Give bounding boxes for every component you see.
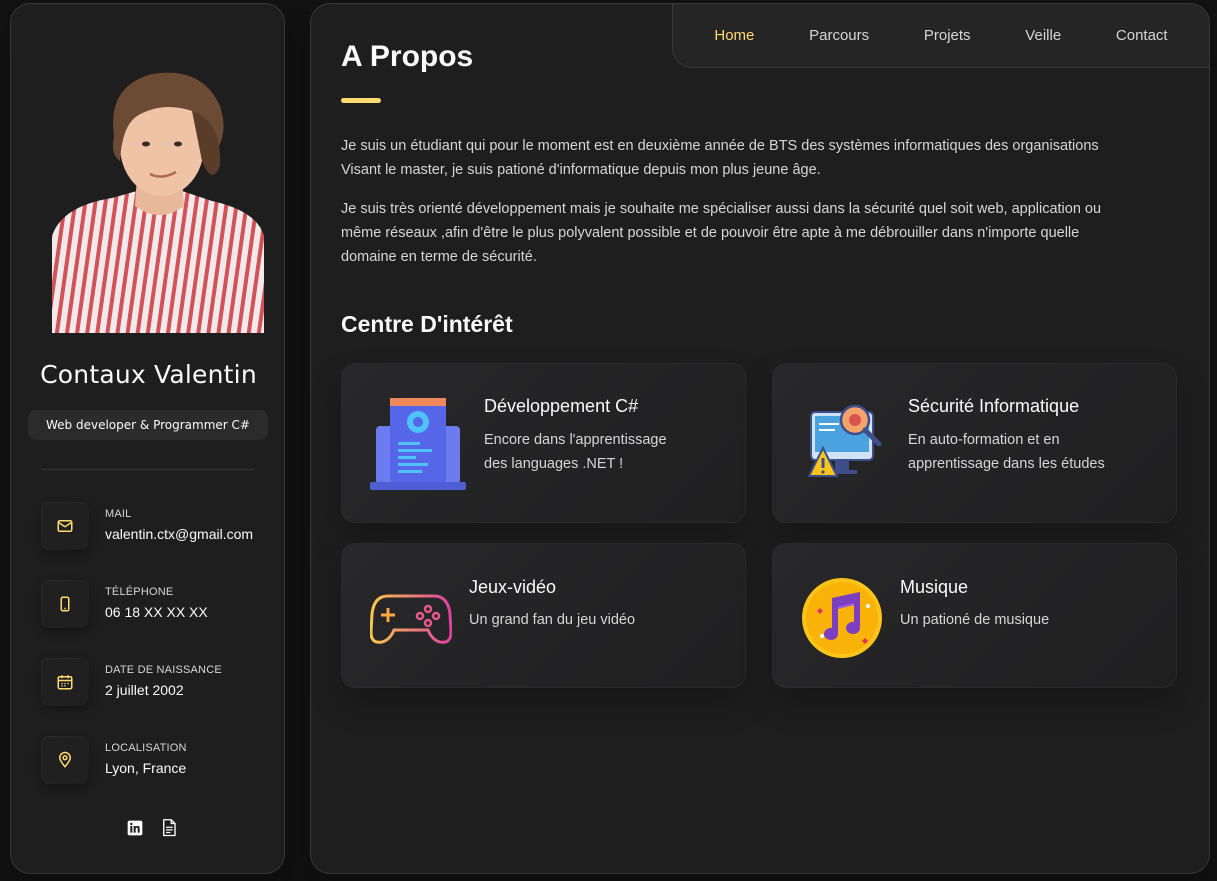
about-paragraph-1: Je suis un étudiant qui pour le moment e… — [341, 138, 1099, 178]
main-content: Home Parcours Projets Veille Contact A P… — [310, 3, 1210, 874]
interest-card-title: Développement C# — [484, 396, 639, 416]
title-underline — [341, 98, 381, 103]
contact-birthday: Date de naissance 2 juillet 2002 — [41, 658, 271, 706]
contact-value-mail[interactable]: valentin.ctx@gmail.com — [105, 526, 255, 542]
nav-contact[interactable]: Contact — [1116, 27, 1168, 44]
mail-icon — [41, 502, 89, 550]
profile-name: Contaux Valentin — [40, 360, 257, 389]
interest-card-text-line-1: Un pationé de musique — [900, 612, 1050, 628]
document-icon[interactable] — [160, 819, 178, 837]
interest-card-text-line-1: En auto-formation et en — [908, 432, 1060, 448]
contact-label: Téléphone — [105, 586, 174, 598]
social-links — [126, 819, 178, 837]
interest-card-games: Jeux-vidéo Un grand fan du jeu vidéo — [341, 543, 746, 688]
interest-card-csharp: Développement C# Encore dans l'apprentis… — [341, 363, 746, 523]
music-note-icon — [802, 578, 882, 662]
avatar — [52, 66, 264, 333]
interest-card-music: Musique Un pationé de musique — [772, 543, 1177, 688]
contact-label: Localisation — [105, 742, 187, 754]
gamepad-icon — [369, 592, 453, 650]
page-title: A Propos — [341, 40, 474, 73]
interest-card-text-line-2: des languages .NET ! — [484, 456, 624, 472]
contact-value-birthday: 2 juillet 2002 — [105, 682, 184, 698]
interest-card-title: Sécurité Informatique — [908, 396, 1080, 416]
contact-mail: Mail valentin.ctx@gmail.com — [41, 502, 271, 550]
interest-card-title: Jeux-vidéo — [469, 577, 557, 597]
contact-value-location: Lyon, France — [105, 760, 187, 776]
interest-card-text-line-2: apprentissage dans les études — [908, 456, 1105, 472]
navbar: Home Parcours Projets Veille Contact — [672, 4, 1209, 68]
sidebar: Contaux Valentin Web developer & Program… — [10, 3, 285, 874]
profile-title-badge: Web developer & Programmer C# — [28, 410, 268, 440]
contact-label: Mail — [105, 508, 132, 520]
nav-veille[interactable]: Veille — [1025, 27, 1061, 44]
interest-card-security: Sécurité Informatique En auto-formation … — [772, 363, 1177, 523]
security-bug-icon — [805, 398, 887, 486]
sidebar-separator — [41, 469, 254, 470]
nav-parcours[interactable]: Parcours — [809, 27, 869, 44]
contact-value-phone[interactable]: 06 18 XX XX XX — [105, 604, 255, 620]
interest-card-text-line-1: Un grand fan du jeu vidéo — [469, 612, 636, 628]
about-paragraph-2: Je suis très orienté développement mais … — [341, 201, 1102, 265]
nav-home[interactable]: Home — [714, 27, 754, 44]
contact-label: Date de naissance — [105, 664, 222, 676]
linkedin-icon[interactable] — [126, 819, 144, 837]
contact-phone: Téléphone 06 18 XX XX XX — [41, 580, 271, 628]
phone-icon — [41, 580, 89, 628]
interest-card-title: Musique — [900, 577, 969, 597]
interest-card-text-line-1: Encore dans l'apprentissage — [484, 432, 667, 448]
contact-location: Localisation Lyon, France — [41, 736, 271, 784]
location-icon — [41, 736, 89, 784]
interests-title: Centre D'intérêt — [341, 311, 513, 337]
laptop-code-icon — [370, 396, 466, 498]
calendar-icon — [41, 658, 89, 706]
nav-projets[interactable]: Projets — [924, 27, 971, 44]
